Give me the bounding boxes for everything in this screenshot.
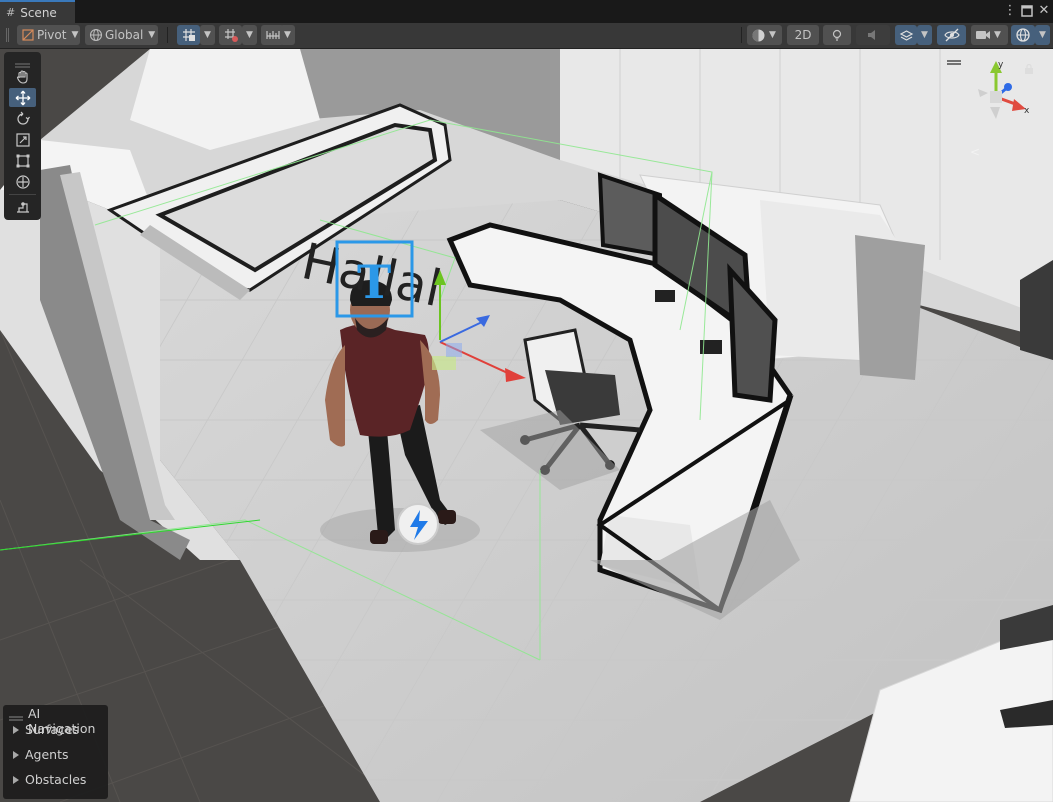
toolbar-grip bbox=[6, 25, 10, 45]
camera-icon bbox=[976, 31, 990, 39]
toolbar-separator bbox=[167, 27, 168, 43]
tab-bar: # Scene ⋮ ✕ bbox=[0, 0, 1053, 24]
nav-item-label: Agents bbox=[25, 747, 69, 762]
overlay-grip[interactable] bbox=[15, 57, 30, 68]
overlay-menu-icon[interactable] bbox=[947, 55, 961, 65]
increment-snap-dropdown[interactable]: ▼ bbox=[242, 25, 257, 45]
lighting-button[interactable] bbox=[823, 25, 851, 45]
nav-item-surfaces[interactable]: Surfaces bbox=[13, 722, 79, 737]
grid-snap-button[interactable] bbox=[177, 25, 200, 45]
lock-icon[interactable] bbox=[1024, 63, 1034, 74]
gizmo-x-label: x bbox=[1024, 106, 1030, 116]
rotate-icon bbox=[16, 111, 30, 125]
increment-snap-icon bbox=[224, 29, 238, 42]
nav-item-label: Surfaces bbox=[25, 722, 80, 737]
light-bulb-icon bbox=[832, 29, 842, 41]
scene-visibility-button[interactable] bbox=[937, 25, 966, 45]
more-options-icon[interactable]: ⋮ bbox=[1002, 3, 1018, 19]
scale-icon bbox=[15, 132, 30, 147]
toolbar-separator bbox=[741, 27, 742, 43]
move-arrows-icon bbox=[15, 90, 30, 105]
transform-icon bbox=[15, 174, 30, 189]
rect-transform-icon bbox=[16, 154, 29, 167]
ruler-icon bbox=[265, 31, 280, 39]
custom-tool-icon bbox=[16, 201, 29, 213]
effects-dropdown[interactable]: ▼ bbox=[917, 25, 932, 45]
perspective-icon[interactable]: < bbox=[970, 145, 980, 159]
increment-snap-button[interactable] bbox=[219, 25, 242, 45]
gizmos-globe-icon bbox=[1016, 28, 1030, 42]
grid-snap-dropdown[interactable]: ▼ bbox=[200, 25, 215, 45]
gizmos-dropdown[interactable]: ▼ bbox=[1035, 25, 1050, 45]
ruler-dropdown[interactable]: ▼ bbox=[280, 25, 295, 45]
pivot-dropdown[interactable]: Pivot ▼ bbox=[17, 25, 80, 45]
gizmo-y-label: y bbox=[998, 60, 1004, 70]
nav-item-agents[interactable]: Agents bbox=[13, 747, 69, 762]
rect-tool-button[interactable] bbox=[9, 151, 36, 170]
rotate-tool-button[interactable] bbox=[9, 109, 36, 128]
grid-icon: # bbox=[6, 6, 16, 19]
scene-render: Hallal T bbox=[0, 49, 1053, 802]
tools-overlay bbox=[4, 52, 41, 220]
effects-layers-icon bbox=[899, 29, 913, 41]
gizmos-button[interactable] bbox=[1011, 25, 1035, 45]
custom-tool-button[interactable] bbox=[9, 197, 36, 216]
expand-arrow-icon bbox=[13, 750, 19, 759]
shaded-sphere-icon bbox=[752, 29, 765, 41]
scene-toolbar: Pivot ▼ Global ▼ ▼ ▼ ▼ ▼ 2D ▼ ▼ ▼ bbox=[0, 23, 1053, 49]
ai-navigation-panel: AI Navigation Surfaces Agents Obstacles bbox=[3, 705, 108, 799]
two-d-label: 2D bbox=[794, 28, 812, 42]
chevron-down-icon: ▼ bbox=[994, 30, 1001, 40]
global-label: Global bbox=[105, 28, 144, 42]
close-icon[interactable]: ✕ bbox=[1036, 3, 1052, 19]
chevron-down-icon: ▼ bbox=[71, 30, 79, 40]
chevron-down-icon: ▼ bbox=[769, 30, 776, 40]
nav-item-obstacles[interactable]: Obstacles bbox=[13, 772, 86, 787]
expand-arrow-icon bbox=[13, 775, 19, 784]
grid-snap-icon bbox=[182, 29, 195, 41]
tab-scene[interactable]: # Scene bbox=[0, 0, 75, 23]
draw-mode-dropdown[interactable]: ▼ bbox=[747, 25, 782, 45]
globe-icon bbox=[89, 28, 103, 42]
hand-tool-button[interactable] bbox=[9, 67, 36, 86]
chevron-down-icon: ▼ bbox=[148, 30, 156, 40]
svg-text:T: T bbox=[357, 255, 391, 309]
effects-button[interactable] bbox=[895, 25, 917, 45]
move-tool-button[interactable] bbox=[9, 88, 36, 107]
two-d-button[interactable]: 2D bbox=[787, 25, 819, 45]
pivot-label: Pivot bbox=[37, 28, 67, 42]
global-dropdown[interactable]: Global ▼ bbox=[85, 25, 158, 45]
eye-slash-icon bbox=[943, 28, 960, 42]
speaker-icon bbox=[868, 30, 875, 40]
tools-divider bbox=[9, 194, 36, 195]
pivot-icon bbox=[22, 29, 34, 41]
hand-icon bbox=[16, 69, 28, 84]
audio-button[interactable] bbox=[856, 25, 890, 45]
scene-viewport[interactable]: Hallal T y x < bbox=[0, 49, 1053, 802]
panel-grip-icon[interactable] bbox=[9, 711, 23, 721]
nav-item-label: Obstacles bbox=[25, 772, 87, 787]
scale-tool-button[interactable] bbox=[9, 130, 36, 149]
maximize-icon[interactable] bbox=[1019, 3, 1035, 19]
expand-arrow-icon bbox=[13, 725, 19, 734]
tab-scene-label: Scene bbox=[20, 5, 57, 20]
camera-settings-dropdown[interactable]: ▼ bbox=[971, 25, 1008, 45]
transform-tool-button[interactable] bbox=[9, 172, 36, 191]
